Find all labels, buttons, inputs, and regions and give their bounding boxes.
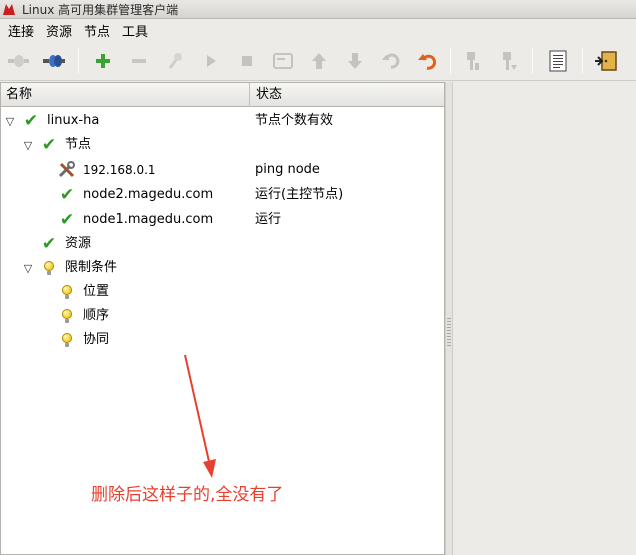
tree-status-root: 节点个数有效	[255, 113, 334, 128]
detail-pane	[453, 82, 636, 555]
default-icon	[273, 53, 293, 69]
tree-label-node1: node1.magedu.com	[83, 212, 214, 227]
annotation-text: 删除后这样子的,全没有了	[91, 485, 284, 505]
disconnect-icon	[43, 55, 65, 67]
tree-row-node1[interactable]: ✔ node1.magedu.com 运行	[1, 208, 444, 232]
tree-row-nodes[interactable]: ▽ ✔ 节点	[1, 133, 444, 157]
disconnect-button[interactable]	[42, 50, 66, 72]
tree-row-ping-node[interactable]: 192.168.0.1 ping node	[1, 158, 444, 182]
move-down-button[interactable]	[343, 50, 367, 72]
log-icon	[549, 50, 567, 72]
tree-row-constraints[interactable]: ▽ 限制条件	[1, 256, 444, 280]
splitter-grip[interactable]	[447, 318, 451, 348]
tree-label-constraints: 限制条件	[65, 260, 118, 275]
active-button[interactable]	[497, 50, 521, 72]
check-icon: ✔	[59, 209, 75, 230]
move-up-icon	[312, 53, 326, 69]
expander-open-icon[interactable]: ▽	[22, 260, 34, 276]
tools-icon	[58, 161, 76, 179]
title-bar: Linux 高可用集群管理客户端	[0, 0, 636, 19]
remove-icon	[132, 59, 146, 63]
tree-status-node1: 运行	[255, 212, 282, 227]
check-icon: ✔	[41, 233, 57, 254]
undo-icon	[418, 54, 436, 70]
connect-icon	[8, 55, 29, 67]
tree-status-ping-node: ping node	[255, 162, 320, 177]
remove-button[interactable]	[127, 50, 151, 72]
column-header-name[interactable]: 名称	[1, 83, 250, 107]
undo-button[interactable]	[415, 50, 439, 72]
stop-button[interactable]	[235, 50, 259, 72]
toolbar	[0, 41, 636, 81]
menu-nodes[interactable]: 节点	[80, 21, 114, 40]
tree-status-node2: 运行(主控节点)	[255, 187, 344, 202]
tree-label-node2: node2.magedu.com	[83, 187, 214, 202]
expander-open-icon[interactable]: ▽	[4, 113, 16, 129]
tree-label-root: linux-ha	[47, 113, 100, 128]
window-title: Linux 高可用集群管理客户端	[22, 2, 179, 17]
tree-label-ping-node: 192.168.0.1	[83, 163, 156, 177]
add-button[interactable]	[91, 50, 115, 72]
check-icon: ✔	[41, 134, 57, 155]
bulb-icon	[58, 331, 76, 349]
tree-row-location[interactable]: 位置	[1, 280, 444, 304]
cleanup-icon	[169, 53, 182, 69]
expander-open-icon[interactable]: ▽	[22, 137, 34, 153]
tree-label-nodes: 节点	[65, 137, 92, 152]
app-logo-icon	[3, 4, 15, 15]
connect-button[interactable]	[6, 50, 30, 72]
tree-label-colocation: 协同	[83, 332, 110, 347]
check-icon: ✔	[59, 184, 75, 205]
menu-connect[interactable]: 连接	[4, 21, 38, 40]
unmigrate-icon	[382, 53, 400, 69]
check-icon: ✔	[23, 110, 39, 131]
tree-label-order: 顺序	[83, 308, 110, 323]
exit-button[interactable]	[594, 50, 618, 72]
active-icon	[503, 52, 517, 70]
tree-label-location: 位置	[83, 284, 110, 299]
tree-label-resources: 资源	[65, 236, 92, 251]
pane-splitter[interactable]	[445, 82, 453, 555]
default-button[interactable]	[271, 50, 295, 72]
start-icon	[207, 55, 216, 67]
log-button[interactable]	[546, 50, 570, 72]
move-down-icon	[348, 53, 362, 69]
add-icon	[96, 54, 110, 68]
start-button[interactable]	[199, 50, 223, 72]
tree-row-node2[interactable]: ✔ node2.magedu.com 运行(主控节点)	[1, 183, 444, 207]
bulb-icon	[58, 283, 76, 301]
tree-row-colocation[interactable]: 协同	[1, 328, 444, 352]
tree-row-root[interactable]: ▽ ✔ linux-ha 节点个数有效	[1, 109, 444, 133]
stop-icon	[242, 56, 252, 66]
tree-header: 名称 状态	[1, 83, 444, 107]
unmigrate-button[interactable]	[379, 50, 403, 72]
menu-tools[interactable]: 工具	[118, 21, 152, 40]
standby-button[interactable]	[461, 50, 485, 72]
exit-icon	[595, 51, 617, 71]
menu-resources[interactable]: 资源	[42, 21, 76, 40]
cleanup-button[interactable]	[163, 50, 187, 72]
menu-bar: 连接 资源 节点 工具	[0, 19, 636, 41]
tree-row-order[interactable]: 顺序	[1, 304, 444, 328]
bulb-icon	[40, 259, 58, 277]
standby-icon	[467, 52, 479, 70]
move-up-button[interactable]	[307, 50, 331, 72]
tree-row-resources[interactable]: ✔ 资源	[1, 232, 444, 256]
column-header-status[interactable]: 状态	[251, 83, 444, 107]
bulb-icon	[58, 307, 76, 325]
